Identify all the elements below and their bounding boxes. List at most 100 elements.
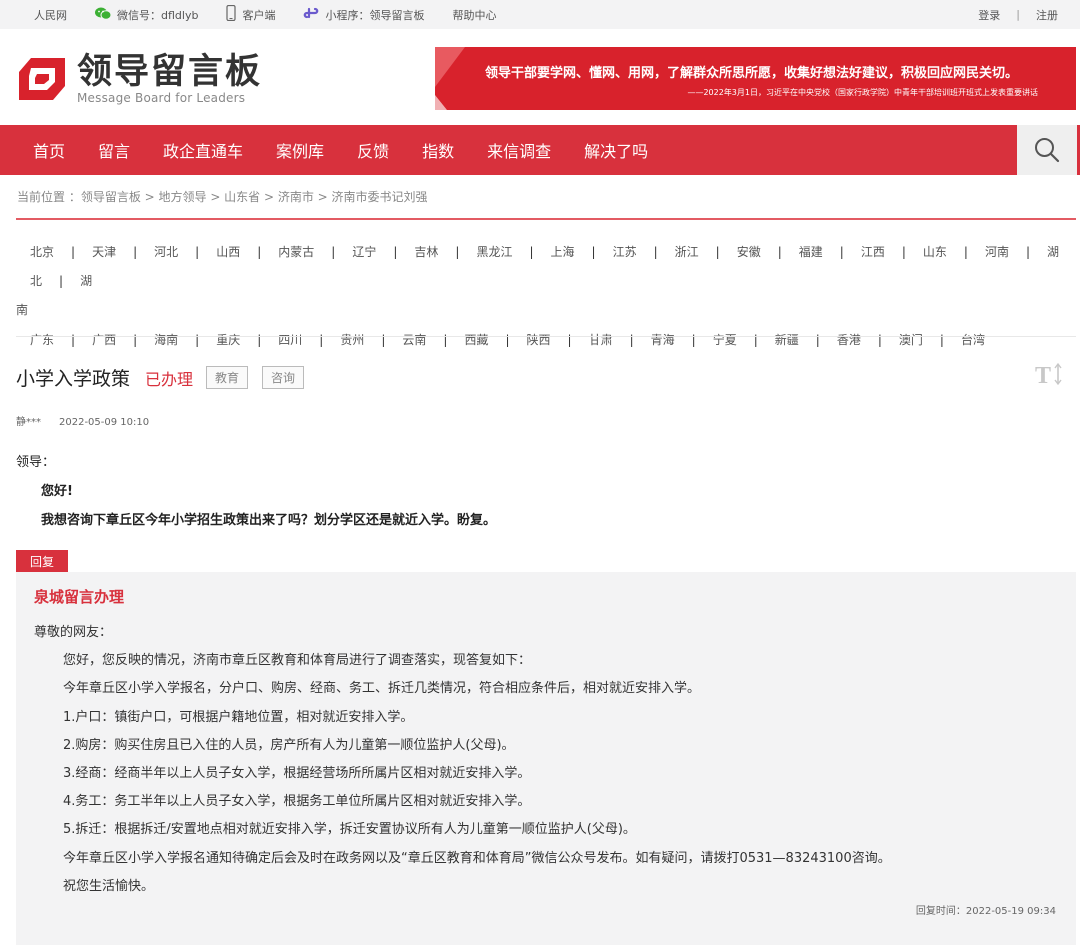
- nav-item-enterprise[interactable]: 政企直通车: [163, 138, 243, 162]
- miniprogram-link[interactable]: 小程序：领导留言板: [303, 5, 424, 24]
- font-size-button[interactable]: T: [1034, 359, 1064, 389]
- search-button[interactable]: [1017, 125, 1077, 175]
- region-link[interactable]: 福建: [799, 245, 823, 259]
- region-separator: |: [715, 245, 720, 259]
- region-separator: |: [1025, 245, 1030, 259]
- site-link[interactable]: 人民网: [34, 7, 67, 23]
- replier-name: 泉城留言办理: [34, 588, 125, 606]
- region-separator: |: [591, 245, 596, 259]
- phone-icon: [226, 4, 237, 24]
- nav-item-solved[interactable]: 解决了吗: [584, 138, 648, 162]
- region-separator: |: [257, 245, 262, 259]
- banner-quote: 领导干部要学网、懂网、用网，了解群众所思所愿，收集好想法好建议，积极回应网民关切…: [485, 66, 1019, 81]
- region-link[interactable]: 北京: [30, 245, 54, 259]
- logo-subtitle: Message Board for Leaders: [77, 91, 246, 105]
- reply-label: 回复: [16, 550, 68, 572]
- region-link[interactable]: 山西: [216, 245, 240, 259]
- nav-item-home[interactable]: 首页: [33, 138, 65, 162]
- region-link[interactable]: 江苏: [613, 245, 637, 259]
- region-separator: |: [653, 245, 658, 259]
- miniprogram-icon: [303, 5, 319, 24]
- question-greeting: 您好!: [41, 484, 73, 499]
- region-link[interactable]: 山东: [923, 245, 947, 259]
- login-link[interactable]: 登录: [978, 7, 1000, 23]
- breadcrumb-divider: [16, 218, 1076, 220]
- svg-text:T: T: [1035, 363, 1051, 389]
- region-link[interactable]: 辽宁: [352, 245, 376, 259]
- region-separator: |: [777, 245, 782, 259]
- region-link-wrap[interactable]: 南: [16, 303, 28, 317]
- region-link[interactable]: 浙江: [675, 245, 699, 259]
- nav-item-messages[interactable]: 留言: [98, 138, 130, 162]
- region-separator: |: [839, 245, 844, 259]
- logo-title: 领导留言板: [77, 52, 263, 92]
- region-separator: |: [59, 274, 64, 288]
- region-row-2: 广东 | 广西 | 海南 | 重庆 | 四川 | 贵州 | 云南 | 西藏 | 陕西 | 甘肃 | 青海 | 宁夏 | 新疆 | 香…: [16, 326, 1066, 355]
- question-content: 我想咨询下章丘区今年小学招生政策出来了吗？划分学区还是就近入学。盼复。: [41, 513, 497, 528]
- region-link[interactable]: 江西: [861, 245, 885, 259]
- wechat-link[interactable]: 微信号：dfldlyb: [95, 7, 198, 23]
- miniprogram-label: 小程序：领导留言板: [325, 8, 425, 22]
- region-row-1: 北京 | 天津 | 河北 | 山西 | 内蒙古 | 辽宁 | 吉林 | 黑龙江 | 上海 | 江苏 | 浙江 | 安徽 | 福建…: [16, 238, 1066, 296]
- region-separator: |: [133, 245, 138, 259]
- reply-paragraph: 3.经商：经商半年以上人员子女入学，根据经营场所所属片区相对就近安排入学。: [63, 766, 531, 782]
- reply-box: 泉城留言办理 尊敬的网友： 您好，您反映的情况，济南市章丘区教育和体育局进行了调…: [16, 572, 1076, 945]
- region-link[interactable]: 河北: [154, 245, 178, 259]
- main-nav: 首页 留言 政企直通车 案例库 反馈 指数 来信调查 解决了吗: [0, 125, 1080, 175]
- region-separator: |: [331, 245, 336, 259]
- tag-education[interactable]: 教育: [206, 366, 249, 389]
- question-header: 小学入学政策 已办理 教育 咨询: [16, 364, 305, 391]
- nav-item-survey[interactable]: 来信调查: [487, 138, 551, 162]
- region-link[interactable]: 上海: [551, 245, 575, 259]
- wechat-icon: [95, 7, 112, 23]
- question-salutation: 领导：: [16, 455, 56, 470]
- help-label: 帮助中心: [452, 8, 497, 22]
- region-link[interactable]: 安徽: [737, 245, 761, 259]
- region-link[interactable]: 河南: [985, 245, 1009, 259]
- site-logo[interactable]: 领导留言板 Message Board for Leaders: [17, 53, 262, 105]
- wechat-label: 微信号：dfldlyb: [117, 8, 199, 22]
- banner-source: ——2022年3月1日，习近平在中央党校（国家行政学院）中青年干部培训班开班式上…: [687, 88, 1038, 97]
- reply-paragraph: 4.务工：务工半年以上人员子女入学，根据务工单位所属片区相对就近安排入学。: [63, 794, 531, 810]
- tag-consult[interactable]: 咨询: [262, 366, 305, 389]
- app-label: 客户端: [242, 8, 276, 22]
- reply-time: 回复时间：2022-05-19 09:34: [915, 906, 1056, 917]
- reply-paragraph: 1.户口：镇街户口，可根据户籍地位置，相对就近安排入学。: [63, 709, 414, 725]
- reply-paragraph: 2.购房：购买住房且已入住的人员，房产所有人为儿童第一顺位监护人(父母)。: [63, 737, 515, 753]
- nav-item-index[interactable]: 指数: [422, 138, 454, 162]
- breadcrumb: 当前位置 ：领导留言板 > 地方领导 > 山东省 > 济南市 > 济南市委书记刘…: [17, 190, 428, 204]
- reply-body: 尊敬的网友： 您好，您反映的情况，济南市章丘区教育和体育局进行了调查落实，现答复…: [34, 619, 891, 901]
- site-header: 领导留言板 Message Board for Leaders 领导干部要学网、…: [0, 29, 1080, 125]
- help-link[interactable]: 帮助中心: [452, 7, 496, 23]
- region-separator: |: [195, 245, 200, 259]
- reply-paragraph: 5.拆迁：根据拆迁/安置地点相对就近安排入学，拆迁安置协议所有人为儿童第一顺位监…: [63, 822, 636, 838]
- region-link[interactable]: 吉林: [414, 245, 438, 259]
- app-link[interactable]: 客户端: [226, 4, 276, 24]
- region-divider: [16, 336, 1076, 337]
- reply-salutation: 尊敬的网友：: [34, 625, 113, 640]
- search-icon: [1035, 138, 1060, 163]
- site-link-label: 人民网: [34, 8, 67, 22]
- region-separator: |: [963, 245, 968, 259]
- question-body: 领导： 您好! 我想咨询下章丘区今年小学招生政策出来了吗？划分学区还是就近入学。…: [16, 448, 496, 535]
- logo-mark-icon: [17, 56, 67, 102]
- nav-item-cases[interactable]: 案例库: [276, 138, 324, 162]
- reply-paragraph: 今年章丘区小学入学报名通知待确定后会及时在政务网以及“章丘区教育和体育局”微信公…: [63, 850, 891, 866]
- nav-item-feedback[interactable]: 反馈: [357, 138, 389, 162]
- region-link[interactable]: 湖: [80, 274, 92, 288]
- question-date: 2022-05-09 10:10: [59, 417, 150, 428]
- region-separator: |: [901, 245, 906, 259]
- font-size-icon: T: [1035, 362, 1062, 389]
- reply-paragraph: 您好，您反映的情况，济南市章丘区教育和体育局进行了调查落实，现答复如下：: [63, 653, 532, 669]
- region-link[interactable]: 黑龙江: [476, 245, 512, 259]
- region-link[interactable]: 内蒙古: [278, 245, 314, 259]
- register-link[interactable]: 注册: [1036, 7, 1058, 23]
- region-separator: |: [455, 245, 460, 259]
- reply-paragraph: 祝您生活愉快。: [63, 878, 155, 894]
- region-link[interactable]: 天津: [92, 245, 116, 259]
- page-title: 小学入学政策: [16, 368, 131, 390]
- status-badge: 已办理: [145, 369, 194, 389]
- region-list: 北京 | 天津 | 河北 | 山西 | 内蒙古 | 辽宁 | 吉林 | 黑龙江 | 上海 | 江苏 | 浙江 | 安徽 | 福建…: [16, 238, 1066, 355]
- reply-paragraph: 今年章丘区小学入学报名，分户口、购房、经商、务工、拆迁几类情况，符合相应条件后，…: [63, 681, 701, 697]
- top-bar: 人民网 微信号：dfldlyb 客户端 小程序：领导留言板 帮助中心 登录 | …: [0, 0, 1080, 29]
